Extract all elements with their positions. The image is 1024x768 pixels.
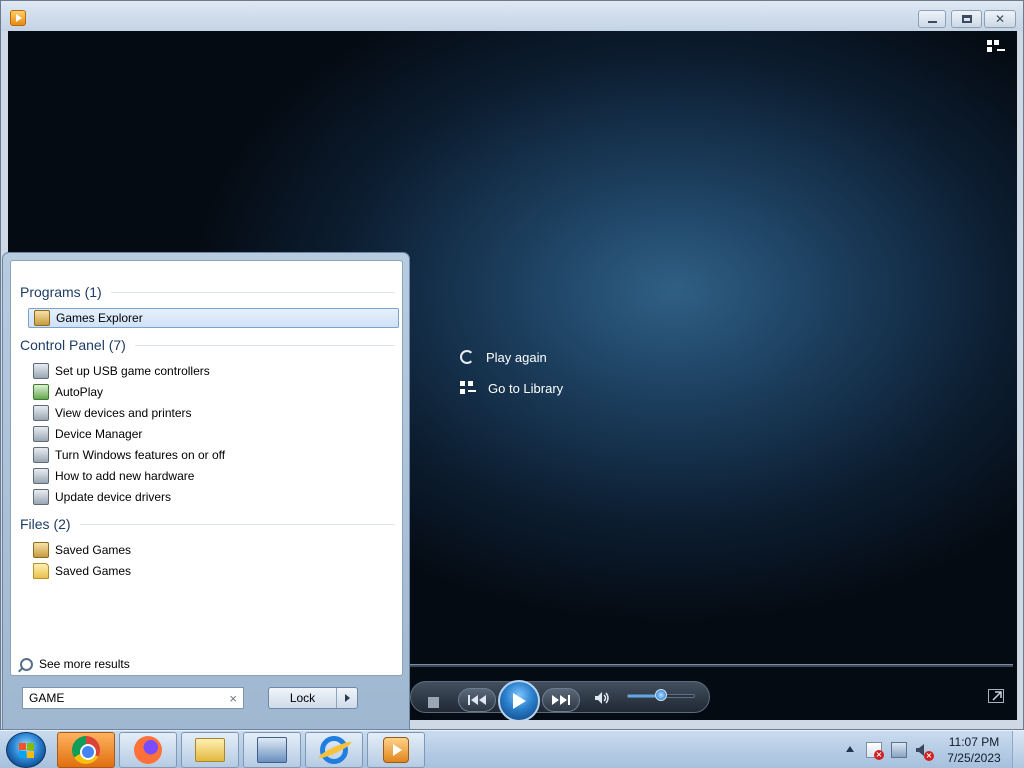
internet-explorer-icon (320, 736, 348, 764)
start-menu: Programs (1) Games Explorer Control Pane… (2, 252, 410, 730)
result-label: AutoPlay (55, 385, 104, 399)
result-label: View devices and printers (55, 406, 192, 420)
speaker-icon (595, 692, 609, 704)
folder-icon (33, 563, 49, 579)
result-add-hardware[interactable]: How to add new hardware (28, 466, 399, 486)
seek-bar[interactable] (408, 664, 1013, 667)
wmp-icon[interactable] (10, 10, 26, 26)
minimize-button[interactable] (918, 10, 946, 28)
media-player-icon (383, 737, 409, 763)
go-to-library-label: Go to Library (488, 380, 564, 396)
result-devices-printers[interactable]: View devices and printers (28, 403, 399, 423)
see-more-label: See more results (39, 657, 130, 671)
library-icon (460, 381, 476, 395)
driver-icon (33, 489, 49, 505)
group-header-files: Files (2) (20, 515, 395, 533)
see-more-results-link[interactable]: See more results (20, 657, 130, 671)
result-games-explorer[interactable]: Games Explorer (28, 308, 399, 328)
device-icon (33, 363, 49, 379)
show-desktop-button[interactable] (1012, 731, 1024, 768)
go-to-library-link[interactable]: Go to Library (460, 378, 563, 398)
clock[interactable]: 11:07 PM 7/25/2023 (942, 734, 1006, 766)
search-icon (20, 657, 33, 671)
title-bar[interactable]: ✕ (1, 1, 1023, 31)
control-panel-icon (257, 737, 287, 763)
play-again-label: Play again (486, 349, 547, 365)
result-windows-features[interactable]: Turn Windows features on or off (28, 445, 399, 465)
next-button[interactable] (542, 688, 580, 712)
chrome-icon (72, 736, 100, 764)
clock-time: 11:07 PM (948, 735, 1000, 749)
taskbar-internet-explorer[interactable] (305, 732, 363, 768)
result-autoplay[interactable]: AutoPlay (28, 382, 399, 402)
switch-to-library-icon[interactable] (987, 40, 1005, 54)
taskbar-firefox[interactable] (119, 732, 177, 768)
hardware-icon (33, 468, 49, 484)
firefox-icon (134, 736, 162, 764)
close-icon: ✕ (994, 12, 1006, 26)
action-center-icon[interactable]: × (866, 742, 884, 760)
maximize-button[interactable] (951, 10, 982, 28)
search-input[interactable]: × (22, 687, 244, 709)
folder-icon (195, 738, 225, 762)
result-usb-controllers[interactable]: Set up USB game controllers (28, 361, 399, 381)
search-results-panel: Programs (1) Games Explorer Control Pane… (10, 260, 403, 676)
saved-games-icon (33, 542, 49, 558)
result-label: Set up USB game controllers (55, 364, 210, 378)
printer-icon (33, 405, 49, 421)
result-label: Device Manager (55, 427, 143, 441)
maximize-icon (961, 15, 972, 23)
minimize-icon (927, 20, 937, 23)
games-explorer-icon (34, 310, 50, 326)
play-again-link[interactable]: Play again (460, 347, 547, 367)
clear-search-icon[interactable]: × (229, 691, 237, 706)
lock-button[interactable]: Lock (269, 688, 337, 708)
fullscreen-icon (992, 691, 1002, 701)
result-device-manager[interactable]: Device Manager (28, 424, 399, 444)
play-button[interactable] (498, 680, 540, 720)
clock-date: 7/25/2023 (947, 751, 1001, 765)
autoplay-icon (33, 384, 49, 400)
result-label: Saved Games (55, 564, 132, 578)
taskbar-control-panel[interactable] (243, 732, 301, 768)
taskbar: × × 11:07 PM 7/25/2023 (0, 730, 1024, 768)
next-icon (552, 695, 570, 705)
group-header-programs: Programs (1) (20, 283, 395, 301)
volume-icon[interactable] (594, 690, 610, 706)
volume-thumb[interactable] (655, 689, 667, 701)
result-label: Saved Games (55, 543, 132, 557)
result-label: Turn Windows features on or off (55, 448, 226, 462)
volume-muted-icon[interactable]: × (915, 742, 934, 761)
taskbar-explorer[interactable] (181, 732, 239, 768)
show-hidden-icons-icon[interactable] (846, 746, 854, 752)
close-button[interactable]: ✕ (984, 10, 1016, 28)
result-label: Games Explorer (56, 311, 143, 325)
network-icon[interactable] (891, 742, 907, 758)
result-saved-games-1[interactable]: Saved Games (28, 540, 399, 560)
windows-features-icon (33, 447, 49, 463)
taskbar-chrome[interactable] (57, 732, 115, 768)
power-button-group: Lock (268, 687, 358, 709)
result-label: Update device drivers (55, 490, 172, 504)
search-text[interactable] (29, 691, 219, 705)
power-options-button[interactable] (337, 688, 357, 708)
result-label: How to add new hardware (55, 469, 195, 483)
device-manager-icon (33, 426, 49, 442)
playback-controls (408, 661, 1017, 720)
group-header-control-panel: Control Panel (7) (20, 336, 395, 354)
stop-button[interactable] (426, 695, 440, 709)
previous-icon (468, 695, 486, 705)
result-update-drivers[interactable]: Update device drivers (28, 487, 399, 507)
start-button[interactable] (6, 732, 46, 768)
replay-icon (460, 350, 474, 364)
previous-button[interactable] (458, 688, 496, 712)
stop-icon (427, 696, 439, 708)
chevron-right-icon (344, 694, 350, 702)
play-icon (513, 693, 526, 709)
fullscreen-button[interactable] (988, 689, 1004, 703)
system-tray: × × 11:07 PM 7/25/2023 (842, 731, 1024, 768)
windows-logo-icon (19, 743, 34, 758)
taskbar-media-player[interactable] (367, 732, 425, 768)
result-saved-games-2[interactable]: Saved Games (28, 561, 399, 581)
